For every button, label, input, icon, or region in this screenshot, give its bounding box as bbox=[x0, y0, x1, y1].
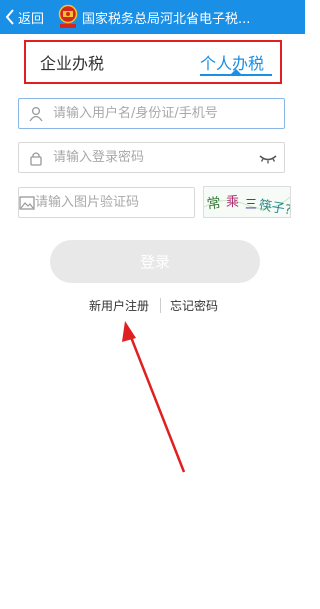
tax-emblem-icon bbox=[58, 4, 78, 28]
account-links: 新用户注册 忘记密码 bbox=[0, 297, 305, 315]
back-button[interactable]: 返回 bbox=[4, 6, 44, 28]
login-type-tabs: 企业办税 个人办税 bbox=[24, 40, 282, 84]
back-label: 返回 bbox=[18, 11, 45, 27]
captcha-input[interactable] bbox=[35, 195, 205, 210]
svg-text:三: 三 bbox=[245, 197, 257, 211]
password-field bbox=[18, 142, 285, 173]
svg-text:常: 常 bbox=[206, 195, 222, 213]
username-input[interactable] bbox=[53, 106, 233, 121]
forgot-password-link[interactable]: 忘记密码 bbox=[170, 297, 218, 314]
image-icon bbox=[19, 188, 35, 217]
captcha-field bbox=[18, 187, 205, 218]
user-icon bbox=[19, 99, 53, 128]
link-divider bbox=[160, 298, 161, 313]
captcha-image[interactable]: 常 乘 三 筷子? bbox=[203, 186, 291, 218]
eye-closed-icon[interactable] bbox=[258, 150, 278, 169]
login-button[interactable]: 登录 bbox=[50, 240, 260, 283]
top-bar: 返回 国家税务总局河北省电子税... bbox=[0, 0, 305, 34]
page-title: 国家税务总局河北省电子税... bbox=[82, 12, 251, 27]
svg-text:筷子?: 筷子? bbox=[258, 197, 290, 217]
password-input[interactable] bbox=[53, 150, 233, 165]
svg-text:乘: 乘 bbox=[226, 195, 239, 210]
username-field bbox=[18, 98, 285, 129]
lock-icon bbox=[19, 143, 53, 172]
tab-enterprise[interactable]: 企业办税 bbox=[40, 50, 104, 74]
active-tab-underline bbox=[200, 74, 272, 76]
register-link[interactable]: 新用户注册 bbox=[89, 297, 149, 314]
chevron-left-icon bbox=[5, 9, 14, 25]
